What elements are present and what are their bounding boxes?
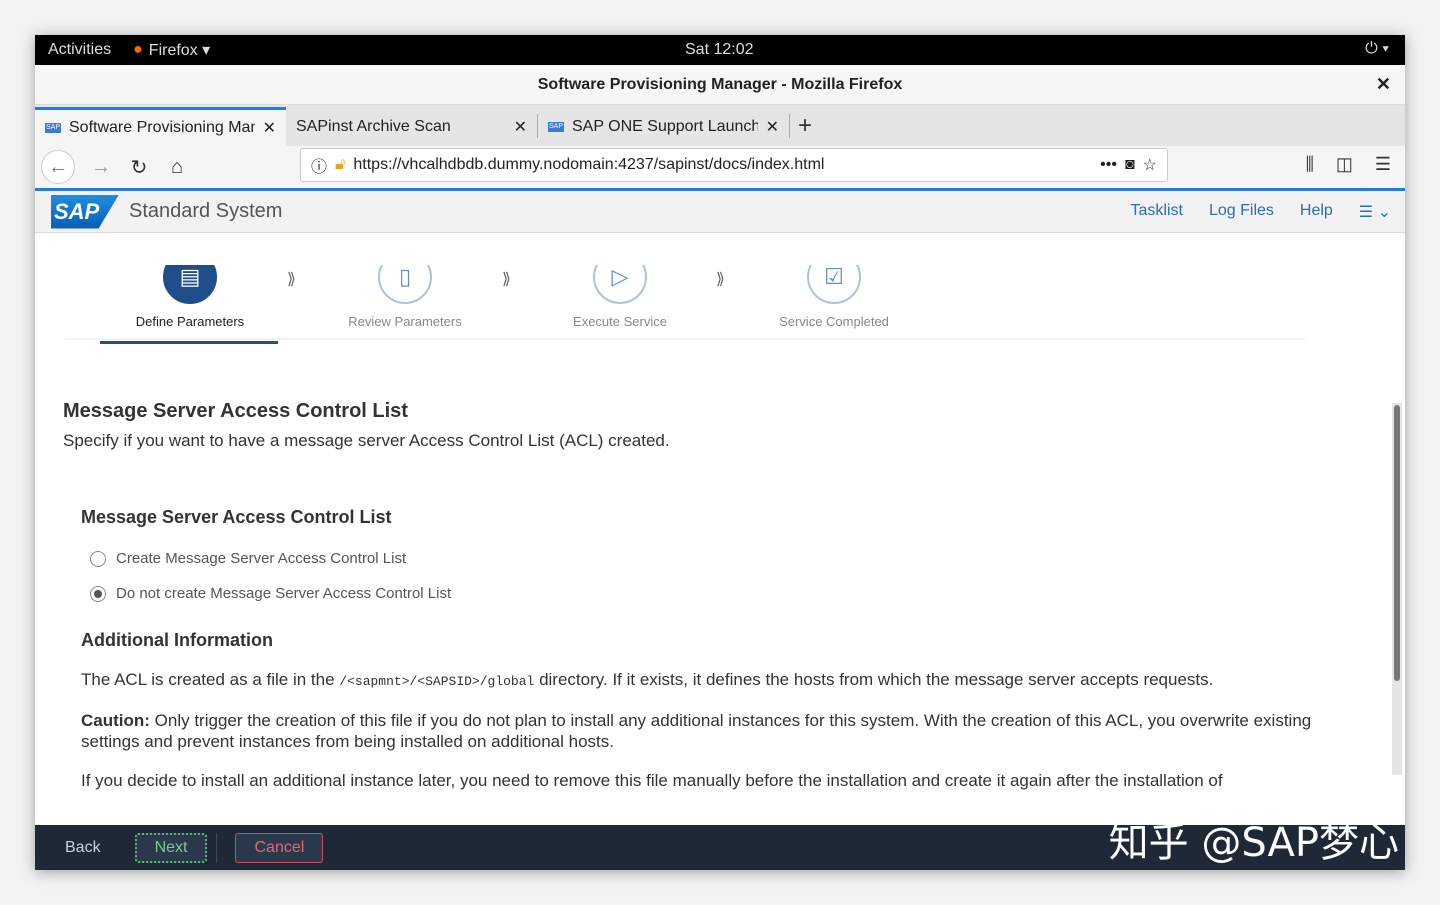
power-menu[interactable]: ⏻ ▾ xyxy=(1365,40,1389,58)
wizard-steps: ▤ Define Parameters ⟫ ▯ Review Parameters … xyxy=(65,265,1305,340)
forward-icon[interactable]: → xyxy=(89,156,113,179)
step-review-parameters: ▯ Review Parameters xyxy=(315,265,495,329)
tab-strip: SAPSoftware Provisioning Manager✕ SAPins… xyxy=(35,105,1405,146)
group-title: Message Server Access Control List xyxy=(81,507,392,527)
sidebar-icon[interactable]: ◫ xyxy=(1336,154,1353,175)
sap-logo: SAP xyxy=(51,194,119,229)
step-arrow-icon: ⟫ xyxy=(716,271,725,288)
info-title: Additional Information xyxy=(81,630,273,650)
insecure-lock-icon[interactable]: 🔓︎ xyxy=(335,156,345,174)
tab-support-launchpad[interactable]: SAPSAP ONE Support Launchpad✕ xyxy=(538,107,789,146)
sap-header: SAP Standard System Tasklist Log Files H… xyxy=(35,191,1405,233)
page-subtitle: Specify if you want to have a message se… xyxy=(63,431,670,450)
menu-icon[interactable]: ☰ ⌄ xyxy=(1359,202,1391,222)
step-define-parameters: ▤ Define Parameters xyxy=(100,265,280,344)
step-execute-service: ▷ Execute Service xyxy=(530,265,710,329)
watermark: 知乎 @SAP梦心 xyxy=(1108,820,1399,866)
tab-software-provisioning[interactable]: SAPSoftware Provisioning Manager✕ xyxy=(35,107,286,146)
review-icon: ▯ xyxy=(378,265,432,304)
library-icon[interactable]: ⫼ xyxy=(1306,154,1314,175)
caution-paragraph: Caution: Only trigger the creation of th… xyxy=(81,711,1312,751)
cancel-button[interactable]: Cancel xyxy=(235,832,324,863)
check-icon: ☑ xyxy=(807,265,861,304)
help-link[interactable]: Help xyxy=(1300,202,1333,222)
tasklist-link[interactable]: Tasklist xyxy=(1131,202,1183,222)
firefox-icon: ● xyxy=(133,41,143,58)
wizard-footer: Back Next Cancel 知乎 @SAP梦心 xyxy=(35,820,1405,870)
home-icon[interactable]: ⌂ xyxy=(165,156,189,179)
back-button[interactable]: Back xyxy=(65,839,101,857)
close-tab-icon[interactable]: ✕ xyxy=(263,118,276,138)
window-title-bar: Software Provisioning Manager - Mozilla … xyxy=(35,65,1405,105)
radio-button[interactable] xyxy=(90,550,106,567)
system-top-bar: Activities ● Firefox ▾ Sat 12:02 ⏻ ▾ xyxy=(35,35,1405,65)
scrollbar[interactable] xyxy=(1392,403,1402,775)
page-title: Message Server Access Control List xyxy=(63,400,408,422)
radio-create-acl[interactable]: Create Message Server Access Control Lis… xyxy=(90,550,1363,567)
info-icon[interactable]: ⓘ xyxy=(311,153,327,177)
app-menu[interactable]: Firefox ▾ xyxy=(149,40,210,60)
divider xyxy=(216,832,218,863)
radio-do-not-create-acl[interactable]: Do not create Message Server Access Cont… xyxy=(90,585,1363,602)
system-name: Standard System xyxy=(129,200,283,222)
clock[interactable]: Sat 12:02 xyxy=(685,41,754,59)
url-bar[interactable]: ⓘ 🔓︎ https://vhcalhdbdb.dummy.nodomain:4… xyxy=(300,148,1168,182)
activities-button[interactable]: Activities xyxy=(48,41,111,59)
tab-archive-scan[interactable]: SAPinst Archive Scan ✕ xyxy=(286,107,537,146)
step-arrow-icon: ⟫ xyxy=(502,271,511,288)
step-arrow-icon: ⟫ xyxy=(287,271,296,288)
info-paragraph-cut: If you decide to install an additional i… xyxy=(81,771,1223,790)
back-icon[interactable]: ← xyxy=(41,150,75,184)
pocket-icon[interactable]: ◙ xyxy=(1125,156,1135,174)
next-button[interactable]: Next xyxy=(134,832,208,863)
new-tab-icon[interactable]: + xyxy=(790,112,820,146)
toolbar-right: ⫼ ◫ ☰ xyxy=(1306,154,1391,175)
url-text[interactable]: https://vhcalhdbdb.dummy.nodomain:4237/s… xyxy=(353,156,1092,174)
log-files-link[interactable]: Log Files xyxy=(1209,202,1274,222)
window-title: Software Provisioning Manager - Mozilla … xyxy=(537,75,903,93)
play-icon: ▷ xyxy=(593,265,647,304)
radio-button-selected[interactable] xyxy=(90,585,106,602)
sap-favicon-icon: SAP xyxy=(45,123,61,133)
close-tab-icon[interactable]: ✕ xyxy=(766,117,779,137)
scrollbar-thumb[interactable] xyxy=(1394,405,1400,681)
main-content-area: ▤ Define Parameters ⟫ ▯ Review Parameters … xyxy=(35,265,1390,810)
info-paragraph: The ACL is created as a file in the /<sa… xyxy=(81,670,1214,689)
step-service-completed: ☑ Service Completed xyxy=(744,265,924,329)
close-tab-icon[interactable]: ✕ xyxy=(514,117,527,137)
sap-favicon-icon: SAP xyxy=(548,121,564,132)
firefox-window: Activities ● Firefox ▾ Sat 12:02 ⏻ ▾ Sof… xyxy=(35,35,1405,870)
define-parameters-icon: ▤ xyxy=(163,265,217,304)
close-window-icon[interactable]: ✕ xyxy=(1376,74,1391,95)
page-actions-icon[interactable]: ••• xyxy=(1100,156,1117,174)
bookmark-star-icon[interactable]: ☆ xyxy=(1143,155,1157,175)
hamburger-menu-icon[interactable]: ☰ xyxy=(1375,154,1391,175)
reload-icon[interactable]: ↻ xyxy=(127,155,151,180)
